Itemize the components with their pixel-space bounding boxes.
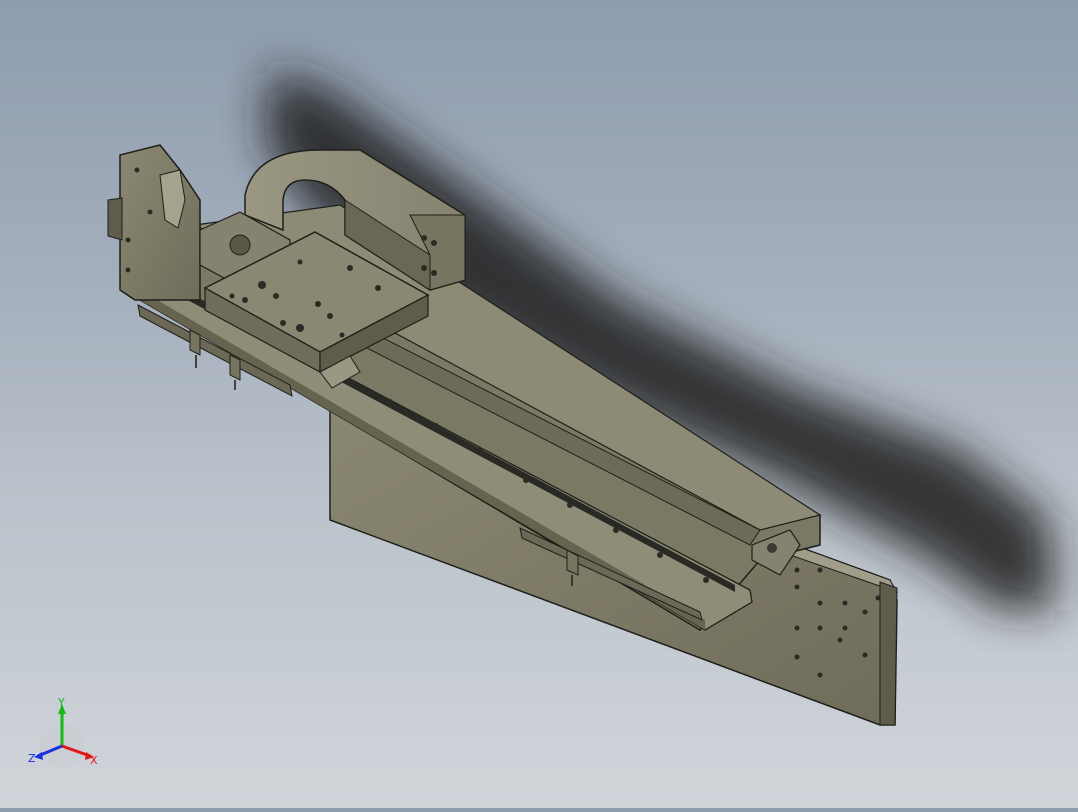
graphics-viewport[interactable] (0, 0, 1078, 808)
x-axis-label: X (90, 754, 98, 767)
z-axis-label: Z (28, 752, 36, 765)
view-orientation-triad[interactable]: Y X Z (28, 694, 108, 774)
y-axis-label: Y (57, 696, 65, 709)
left-end-plate[interactable] (107, 144, 201, 301)
limit-sensor[interactable] (189, 329, 201, 368)
limit-sensor[interactable] (229, 354, 241, 390)
triad-graphic: Y X Z (28, 696, 98, 768)
cad-model-view[interactable] (0, 0, 1078, 808)
